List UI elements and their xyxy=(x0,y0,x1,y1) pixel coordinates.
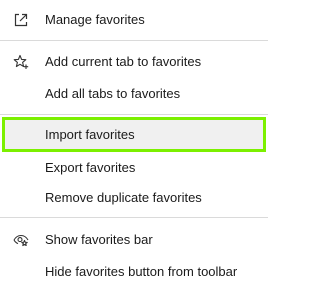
menu-divider xyxy=(0,40,268,41)
external-link-icon xyxy=(13,12,29,28)
remove-duplicates-item[interactable]: Remove duplicate favorites xyxy=(0,182,268,214)
hide-favorites-button-label: Hide favorites button from toolbar xyxy=(45,264,238,279)
manage-favorites-item[interactable]: Manage favorites xyxy=(0,4,268,36)
eye-star-icon xyxy=(13,232,29,248)
add-all-tabs-item[interactable]: Add all tabs to favorites xyxy=(0,78,268,110)
star-add-icon xyxy=(13,54,29,70)
add-current-tab-item[interactable]: Add current tab to favorites xyxy=(0,46,268,78)
menu-divider xyxy=(0,114,268,115)
add-all-tabs-label: Add all tabs to favorites xyxy=(45,86,181,101)
remove-duplicates-label: Remove duplicate favorites xyxy=(45,190,202,205)
import-favorites-item[interactable]: Import favorites xyxy=(2,117,266,152)
import-favorites-label: Import favorites xyxy=(45,127,135,142)
show-favorites-bar-item[interactable]: Show favorites bar xyxy=(0,224,268,256)
manage-favorites-label: Manage favorites xyxy=(45,12,145,27)
export-favorites-item[interactable]: Export favorites xyxy=(0,152,268,184)
add-current-tab-label: Add current tab to favorites xyxy=(45,54,202,69)
show-favorites-bar-label: Show favorites bar xyxy=(45,232,153,247)
menu-divider xyxy=(0,217,268,218)
favorites-menu: Manage favorites Add current tab to favo… xyxy=(0,0,268,290)
export-favorites-label: Export favorites xyxy=(45,160,136,175)
hide-favorites-button-item[interactable]: Hide favorites button from toolbar xyxy=(0,256,268,288)
